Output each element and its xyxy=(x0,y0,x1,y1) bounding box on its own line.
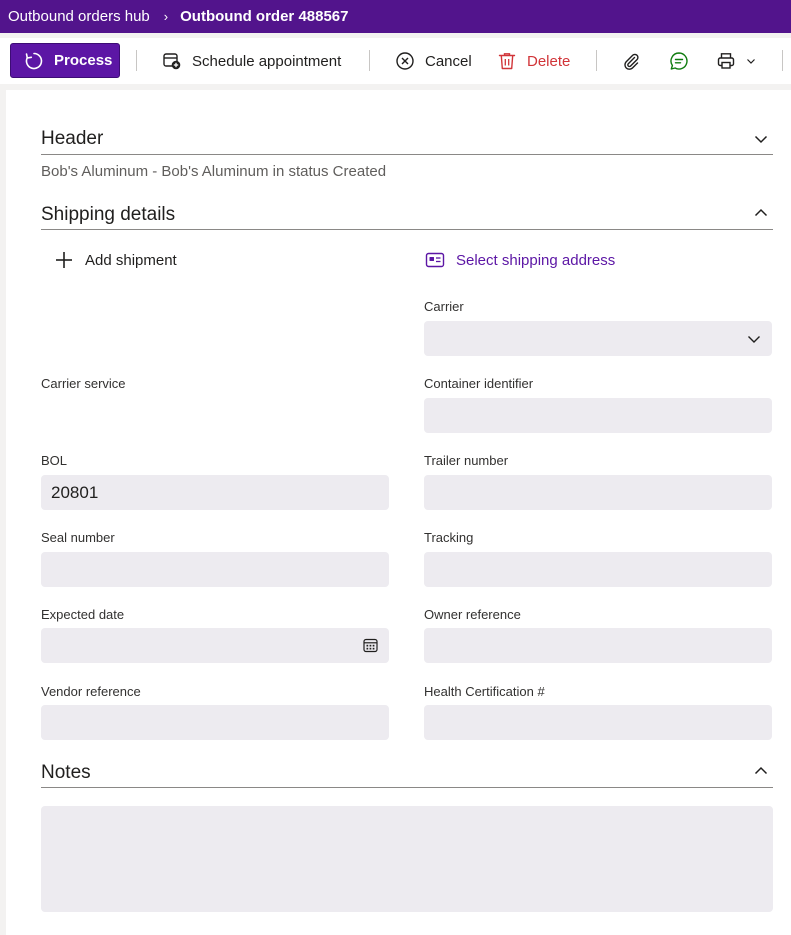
chat-icon xyxy=(670,52,688,70)
chevron-down-icon xyxy=(747,59,755,64)
tracking-label: Tracking xyxy=(424,530,474,545)
bol-value: 20801 xyxy=(51,482,99,502)
header-section-title[interactable]: Header xyxy=(41,128,103,150)
tracking-input[interactable] xyxy=(424,552,772,587)
breadcrumb-chevron-icon: › xyxy=(163,9,169,24)
attach-button[interactable] xyxy=(620,50,642,72)
command-bar: Process Schedule appointment Cancel Dele… xyxy=(0,38,791,84)
owner-reference-input[interactable] xyxy=(424,628,772,663)
header-description: Bob's Aluminum - Bob's Aluminum in statu… xyxy=(41,163,387,180)
header-divider xyxy=(41,154,773,155)
order-form: Header Bob's Aluminum - Bob's Aluminum i… xyxy=(6,90,791,935)
breadcrumb: Outbound orders hub › Outbound order 488… xyxy=(0,0,791,33)
health-certification-label: Health Certification # xyxy=(424,684,545,699)
delete-icon xyxy=(498,53,516,70)
process-button-label: Process xyxy=(54,52,113,69)
header-collapse-chevron-down-icon[interactable] xyxy=(753,131,769,147)
carrier-service-label: Carrier service xyxy=(41,376,126,391)
trailer-number-input[interactable] xyxy=(424,475,772,510)
toolbar-divider xyxy=(782,50,783,71)
trailer-number-label: Trailer number xyxy=(424,453,509,468)
health-certification-input[interactable] xyxy=(424,705,772,740)
add-icon xyxy=(56,252,72,268)
address-card-icon xyxy=(425,252,445,268)
attach-icon xyxy=(624,53,639,70)
delete-button[interactable]: Delete xyxy=(497,48,570,74)
delete-label: Delete xyxy=(527,52,571,70)
shipping-section-title[interactable]: Shipping details xyxy=(41,204,175,226)
expected-date-input[interactable] xyxy=(41,628,389,663)
carrier-label: Carrier xyxy=(424,299,464,314)
cancel-icon xyxy=(396,52,414,70)
vendor-reference-label: Vendor reference xyxy=(41,684,141,699)
toolbar-divider xyxy=(596,50,597,71)
breadcrumb-current: Outbound order 488567 xyxy=(180,8,349,25)
notes-section-title[interactable]: Notes xyxy=(41,762,91,784)
container-identifier-input[interactable] xyxy=(424,398,772,433)
cancel-button[interactable]: Cancel xyxy=(395,48,472,74)
carrier-chevron-down-icon xyxy=(748,336,760,343)
schedule-appointment-button[interactable]: Schedule appointment xyxy=(162,48,341,74)
notes-divider xyxy=(41,787,773,788)
shipping-collapse-chevron-up-icon[interactable] xyxy=(753,205,769,221)
calendar-add-icon xyxy=(163,53,181,70)
seal-number-label: Seal number xyxy=(41,530,115,545)
expected-date-label: Expected date xyxy=(41,607,125,622)
print-menu-button[interactable] xyxy=(716,50,760,72)
bol-label: BOL xyxy=(41,453,68,468)
select-shipping-address-label: Select shipping address xyxy=(456,251,616,269)
seal-number-input[interactable] xyxy=(41,552,389,587)
notes-collapse-chevron-up-icon[interactable] xyxy=(753,763,769,779)
toolbar-divider xyxy=(136,50,137,71)
owner-reference-label: Owner reference xyxy=(424,607,521,622)
calendar-icon[interactable] xyxy=(363,638,378,653)
schedule-appointment-label: Schedule appointment xyxy=(192,52,342,70)
bol-input[interactable]: 20801 xyxy=(41,475,389,510)
notes-textarea[interactable] xyxy=(41,806,773,912)
add-shipment-button[interactable]: Add shipment xyxy=(54,250,177,270)
add-shipment-label: Add shipment xyxy=(85,251,177,269)
print-icon xyxy=(717,53,735,69)
container-identifier-label: Container identifier xyxy=(424,376,534,391)
select-shipping-address-button[interactable]: Select shipping address xyxy=(425,251,615,269)
toolbar-divider xyxy=(369,50,370,71)
breadcrumb-parent-link[interactable]: Outbound orders hub xyxy=(8,8,150,25)
carrier-select[interactable] xyxy=(424,321,772,356)
process-button[interactable]: Process xyxy=(10,43,120,78)
vendor-reference-input[interactable] xyxy=(41,705,389,740)
chat-button[interactable] xyxy=(668,50,690,72)
shipping-divider xyxy=(41,229,773,230)
cancel-label: Cancel xyxy=(425,52,472,70)
process-icon xyxy=(25,52,43,69)
